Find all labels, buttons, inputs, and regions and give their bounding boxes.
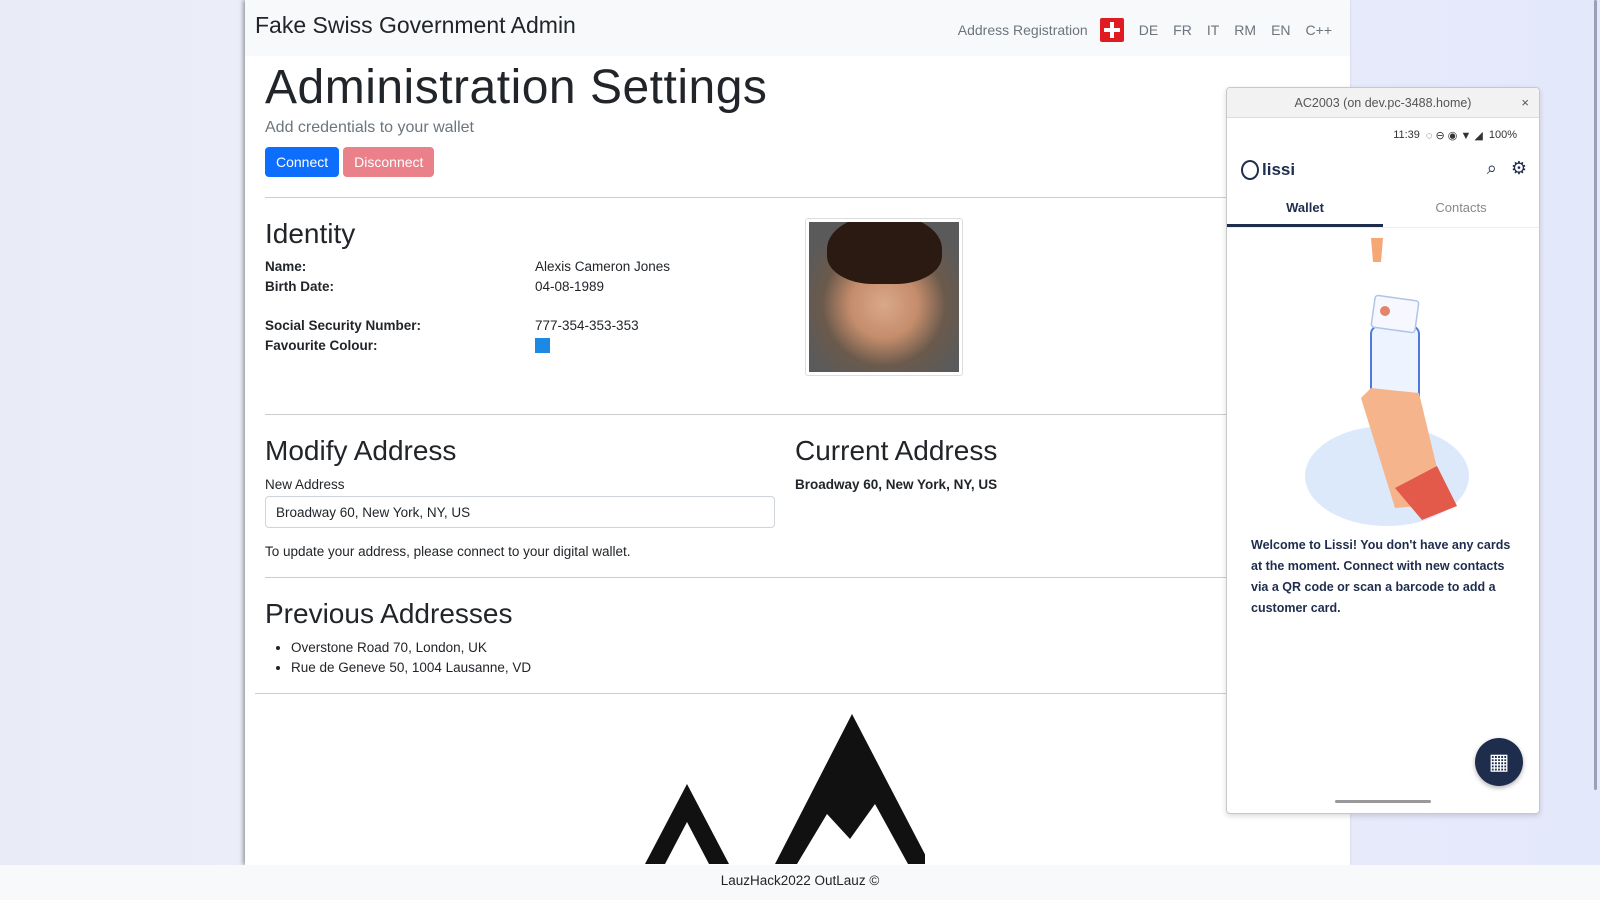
window-scrollbar[interactable] — [1594, 0, 1597, 790]
address-section: Modify Address New Address To update you… — [265, 435, 1330, 575]
identity-section: Identity Name: Alexis Cameron Jones Birt… — [265, 218, 1330, 394]
nav-link-address-registration[interactable]: Address Registration — [958, 22, 1088, 38]
battery-level: 100% — [1488, 129, 1517, 141]
identity-row-name: Name: Alexis Cameron Jones — [265, 256, 1330, 276]
lang-de[interactable]: DE — [1139, 22, 1158, 38]
phone-status-bar: 11:39 ◌ ⊖ ◉ ▼ ◢ 100% — [1227, 118, 1539, 152]
field-label: Favourite Colour: — [265, 337, 378, 353]
list-item: Overstone Road 70, London, UK — [291, 638, 1330, 658]
field-label: Name: — [265, 258, 307, 274]
lang-en[interactable]: EN — [1271, 22, 1290, 38]
identity-heading: Identity — [265, 218, 356, 249]
status-icons: ◌ ⊖ ◉ ▼ ◢ — [1425, 129, 1483, 142]
app-bar: lissi ⌕ ⚙ — [1227, 152, 1539, 190]
identity-row-birth-date: Birth Date: 04-08-1989 — [265, 276, 1330, 296]
list-item: Rue de Geneve 50, 1004 Lausanne, VD — [291, 658, 1330, 678]
tab-wallet[interactable]: Wallet — [1227, 190, 1383, 227]
favourite-colour-swatch — [535, 337, 550, 353]
welcome-message: Welcome to Lissi! You don't have any car… — [1251, 538, 1511, 615]
gesture-handle[interactable] — [1335, 800, 1431, 803]
qr-scan-button[interactable]: ▦ — [1475, 738, 1523, 786]
app-name: lissi — [1262, 160, 1296, 179]
navbar-brand[interactable]: Fake Swiss Government Admin — [255, 12, 576, 39]
emulator-window: AC2003 (on dev.pc-3488.home) × 11:39 ◌ ⊖… — [1226, 87, 1540, 814]
field-label: Social Security Number: — [265, 317, 422, 333]
page-title: Administration Settings — [265, 61, 768, 114]
current-address-heading: Current Address — [795, 435, 998, 466]
close-icon[interactable]: × — [1521, 88, 1529, 118]
face-image — [809, 222, 959, 372]
identity-row-ssn: Social Security Number: 777-354-353-353 — [265, 315, 1330, 335]
new-address-label: New Address — [265, 477, 345, 492]
modify-address-heading: Modify Address — [265, 435, 457, 466]
previous-addresses-heading: Previous Addresses — [265, 598, 513, 629]
previous-addresses-section: Previous Addresses Overstone Road 70, Lo… — [265, 598, 1330, 678]
divider — [255, 693, 1340, 694]
identity-fields: Name: Alexis Cameron Jones Birth Date: 0… — [265, 256, 1330, 355]
field-value: 777-354-353-353 — [535, 317, 639, 333]
admin-page: Fake Swiss Government Admin Address Regi… — [245, 0, 1350, 865]
lissi-logo: lissi — [1241, 160, 1295, 180]
profile-photo — [805, 218, 963, 376]
current-address: Current Address Broadway 60, New York, N… — [795, 435, 997, 492]
modify-address: Modify Address New Address To update you… — [265, 435, 775, 559]
main-content: Administration Settings Add credentials … — [265, 56, 1330, 678]
previous-addresses-list: Overstone Road 70, London, UK Rue de Gen… — [291, 638, 1330, 678]
divider — [265, 577, 1330, 578]
divider — [265, 414, 1330, 415]
wallet-tabs: Wallet Contacts — [1227, 190, 1539, 228]
current-address-value: Broadway 60, New York, NY, US — [795, 477, 998, 492]
update-address-note: To update your address, please connect t… — [265, 544, 631, 559]
lang-it[interactable]: IT — [1207, 22, 1219, 38]
lang-rm[interactable]: RM — [1234, 22, 1256, 38]
mountain-logo-icon — [645, 714, 925, 864]
emulator-title-bar[interactable]: AC2003 (on dev.pc-3488.home) × — [1227, 88, 1539, 118]
search-icon[interactable]: ⌕ — [1487, 158, 1497, 179]
fingerprint-icon — [1241, 160, 1259, 180]
qr-code-icon: ▦ — [1488, 749, 1510, 774]
navbar-links: Address Registration DE FR IT RM EN C++ — [943, 18, 1332, 42]
connect-button[interactable]: Connect — [265, 147, 340, 177]
gear-icon[interactable]: ⚙ — [1511, 158, 1527, 179]
wallet-buttons: Connect Disconnect — [265, 147, 1330, 177]
field-value: Alexis Cameron Jones — [535, 258, 671, 274]
lang-fr[interactable]: FR — [1173, 22, 1192, 38]
page-subtitle: Add credentials to your wallet — [265, 119, 474, 136]
navbar: Fake Swiss Government Admin Address Regi… — [245, 0, 1350, 56]
footer: LauzHack2022 OutLauz © — [0, 865, 1600, 900]
emulator-title: AC2003 (on dev.pc-3488.home) — [1294, 96, 1472, 110]
status-time: 11:39 — [1393, 129, 1420, 141]
lang-cpp[interactable]: C++ — [1306, 22, 1332, 38]
disconnect-button[interactable]: Disconnect — [343, 147, 435, 177]
field-value: 04-08-1989 — [535, 278, 605, 294]
tab-contacts[interactable]: Contacts — [1383, 190, 1539, 227]
divider — [265, 197, 1330, 198]
swiss-flag-icon — [1099, 18, 1124, 42]
hand-holding-phone-illustration — [1305, 238, 1469, 526]
app-bar-actions: ⌕ ⚙ — [1487, 158, 1527, 179]
hair-shape — [827, 222, 942, 284]
field-label: Birth Date: — [265, 278, 335, 294]
new-address-input[interactable] — [265, 496, 775, 528]
identity-row-favourite-colour: Favourite Colour: — [265, 335, 1330, 355]
